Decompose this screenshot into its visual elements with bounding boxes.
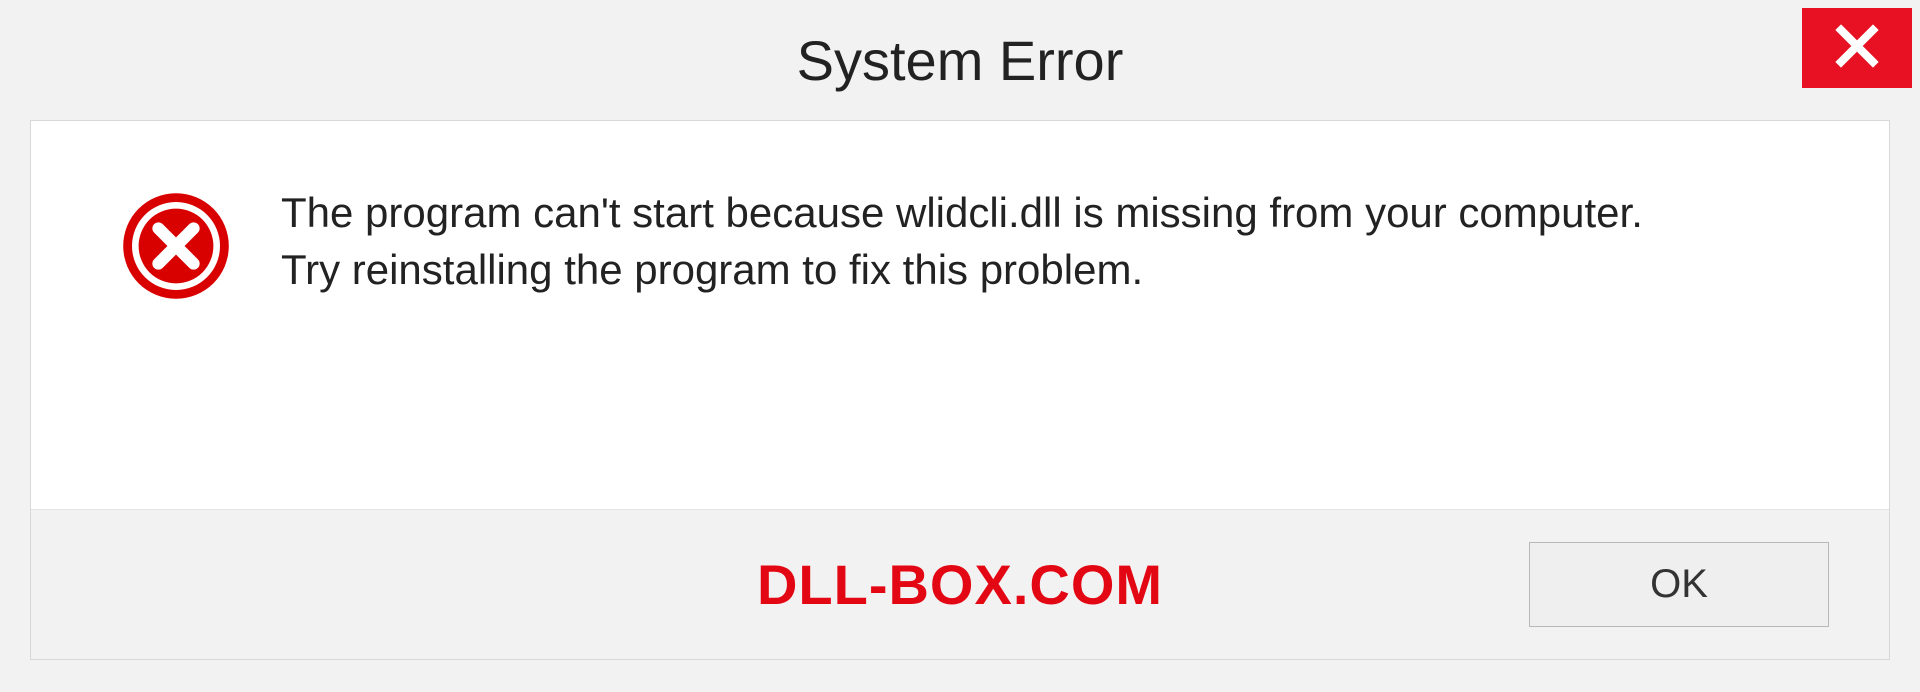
error-message-line-1: The program can't start because wlidcli.… — [281, 185, 1643, 242]
close-button[interactable] — [1802, 8, 1912, 88]
error-icon — [121, 191, 231, 301]
brand-watermark: DLL-BOX.COM — [757, 552, 1163, 617]
dialog-footer: DLL-BOX.COM OK — [31, 509, 1889, 659]
error-message: The program can't start because wlidcli.… — [281, 181, 1643, 298]
ok-button[interactable]: OK — [1529, 542, 1829, 627]
dialog-body: The program can't start because wlidcli.… — [31, 121, 1889, 509]
close-icon — [1833, 22, 1881, 75]
window-title: System Error — [797, 28, 1124, 93]
title-bar: System Error — [0, 0, 1920, 120]
dialog-frame: The program can't start because wlidcli.… — [30, 120, 1890, 660]
error-message-line-2: Try reinstalling the program to fix this… — [281, 242, 1643, 299]
